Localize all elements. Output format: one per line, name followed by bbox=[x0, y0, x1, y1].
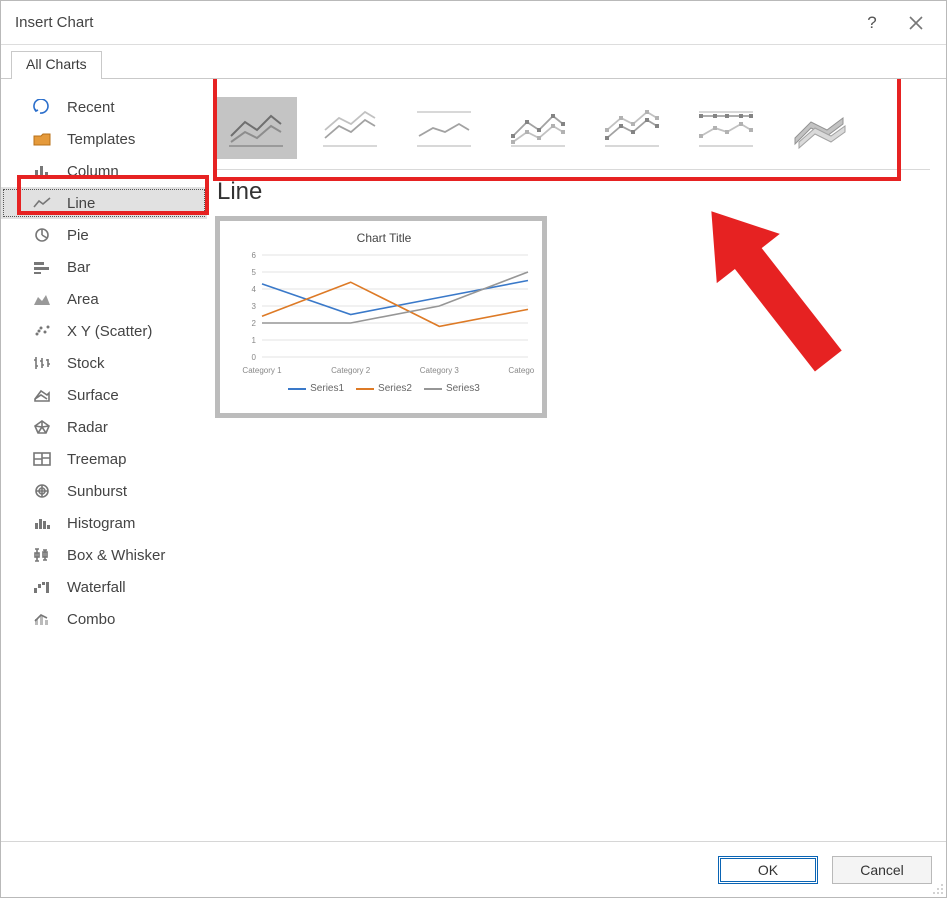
category-label: Column bbox=[67, 163, 119, 180]
category-label: Surface bbox=[67, 387, 119, 404]
chart-subtype-row bbox=[215, 97, 930, 159]
column-icon bbox=[31, 162, 53, 180]
category-label: Waterfall bbox=[67, 579, 126, 596]
svg-text:1: 1 bbox=[252, 336, 257, 345]
subtype-line-markers[interactable] bbox=[497, 97, 579, 159]
category-area[interactable]: Area bbox=[1, 283, 207, 315]
subtype-line[interactable] bbox=[215, 97, 297, 159]
category-pie[interactable]: Pie bbox=[1, 219, 207, 251]
treemap-icon bbox=[31, 450, 53, 468]
legend-series3: Series3 bbox=[446, 383, 480, 394]
sunburst-icon bbox=[31, 482, 53, 500]
category-label: Templates bbox=[67, 131, 135, 148]
separator bbox=[215, 169, 930, 170]
chart-preview[interactable]: Chart Title 0 1 2 3 4 5 6 Category 1 Category 2 C… bbox=[215, 216, 547, 418]
category-label: Recent bbox=[67, 99, 115, 116]
category-sunburst[interactable]: Sunburst bbox=[1, 475, 207, 507]
close-button[interactable] bbox=[894, 5, 938, 41]
waterfall-icon bbox=[31, 578, 53, 596]
dialog-footer: OK Cancel bbox=[1, 841, 946, 897]
help-button[interactable]: ? bbox=[850, 5, 894, 41]
selected-subtype-title: Line bbox=[217, 178, 930, 206]
legend-series2: Series2 bbox=[378, 383, 412, 394]
area-icon bbox=[31, 290, 53, 308]
histogram-icon bbox=[31, 514, 53, 532]
chart-preview-legend: Series1 Series2 Series3 bbox=[238, 383, 530, 394]
subtype-100-stacked-line-markers[interactable] bbox=[685, 97, 767, 159]
subtype-100-stacked-line[interactable] bbox=[403, 97, 485, 159]
category-scatter[interactable]: X Y (Scatter) bbox=[1, 315, 207, 347]
tab-all-charts[interactable]: All Charts bbox=[11, 51, 102, 79]
insert-chart-dialog: Insert Chart ? All Charts Recent Templat… bbox=[0, 0, 947, 898]
ok-button[interactable]: OK bbox=[718, 856, 818, 884]
subtype-stacked-line-markers[interactable] bbox=[591, 97, 673, 159]
cancel-button[interactable]: Cancel bbox=[832, 856, 932, 884]
svg-text:5: 5 bbox=[252, 268, 257, 277]
category-bar[interactable]: Bar bbox=[1, 251, 207, 283]
chart-detail-pane: Line Chart Title 0 1 2 3 4 5 6 Category 1 Catego… bbox=[207, 85, 946, 841]
category-waterfall[interactable]: Waterfall bbox=[1, 571, 207, 603]
category-label: Line bbox=[67, 195, 95, 212]
stock-icon bbox=[31, 354, 53, 372]
pie-icon bbox=[31, 226, 53, 244]
subtype-stacked-line[interactable] bbox=[309, 97, 391, 159]
category-templates[interactable]: Templates bbox=[1, 123, 207, 155]
category-label: Treemap bbox=[67, 451, 126, 468]
line-icon bbox=[31, 194, 53, 212]
category-treemap[interactable]: Treemap bbox=[1, 443, 207, 475]
svg-text:4: 4 bbox=[252, 285, 257, 294]
category-label: Box & Whisker bbox=[67, 547, 165, 564]
category-label: Stock bbox=[67, 355, 105, 372]
category-label: Histogram bbox=[67, 515, 135, 532]
category-column[interactable]: Column bbox=[1, 155, 207, 187]
category-recent[interactable]: Recent bbox=[1, 91, 207, 123]
dialog-title: Insert Chart bbox=[15, 14, 850, 31]
category-label: Bar bbox=[67, 259, 90, 276]
svg-text:Category 4: Category 4 bbox=[508, 366, 534, 375]
bar-icon bbox=[31, 258, 53, 276]
recent-icon bbox=[31, 98, 53, 116]
surface-icon bbox=[31, 386, 53, 404]
chart-preview-title: Chart Title bbox=[238, 231, 530, 245]
svg-text:6: 6 bbox=[252, 251, 257, 260]
svg-text:0: 0 bbox=[252, 353, 257, 362]
dialog-body: Recent Templates Column Line Pie Bar bbox=[1, 79, 946, 841]
category-label: Radar bbox=[67, 419, 108, 436]
category-surface[interactable]: Surface bbox=[1, 379, 207, 411]
chart-category-list: Recent Templates Column Line Pie Bar bbox=[1, 85, 207, 841]
box-whisker-icon bbox=[31, 546, 53, 564]
button-label: Cancel bbox=[860, 862, 904, 878]
category-line[interactable]: Line bbox=[1, 187, 207, 219]
category-radar[interactable]: Radar bbox=[1, 411, 207, 443]
category-label: Sunburst bbox=[67, 483, 127, 500]
resize-grip[interactable] bbox=[930, 881, 944, 895]
subtype-3d-line[interactable] bbox=[779, 97, 861, 159]
scatter-icon bbox=[31, 322, 53, 340]
tab-label: All Charts bbox=[26, 56, 87, 72]
category-stock[interactable]: Stock bbox=[1, 347, 207, 379]
button-label: OK bbox=[758, 862, 778, 878]
svg-text:Category 2: Category 2 bbox=[331, 366, 371, 375]
category-histogram[interactable]: Histogram bbox=[1, 507, 207, 539]
category-combo[interactable]: Combo bbox=[1, 603, 207, 635]
titlebar: Insert Chart ? bbox=[1, 1, 946, 45]
category-label: X Y (Scatter) bbox=[67, 323, 152, 340]
chart-preview-plot: 0 1 2 3 4 5 6 Category 1 Category 2 Category 3 Cat… bbox=[238, 249, 534, 379]
category-boxwhisker[interactable]: Box & Whisker bbox=[1, 539, 207, 571]
templates-icon bbox=[31, 130, 53, 148]
svg-text:Category 1: Category 1 bbox=[242, 366, 282, 375]
svg-text:2: 2 bbox=[252, 319, 257, 328]
radar-icon bbox=[31, 418, 53, 436]
close-icon bbox=[909, 16, 923, 30]
category-label: Combo bbox=[67, 611, 115, 628]
tab-strip: All Charts bbox=[1, 45, 946, 79]
combo-icon bbox=[31, 610, 53, 628]
legend-series1: Series1 bbox=[310, 383, 344, 394]
category-label: Area bbox=[67, 291, 99, 308]
category-label: Pie bbox=[67, 227, 89, 244]
svg-text:Category 3: Category 3 bbox=[420, 366, 460, 375]
svg-text:3: 3 bbox=[252, 302, 257, 311]
